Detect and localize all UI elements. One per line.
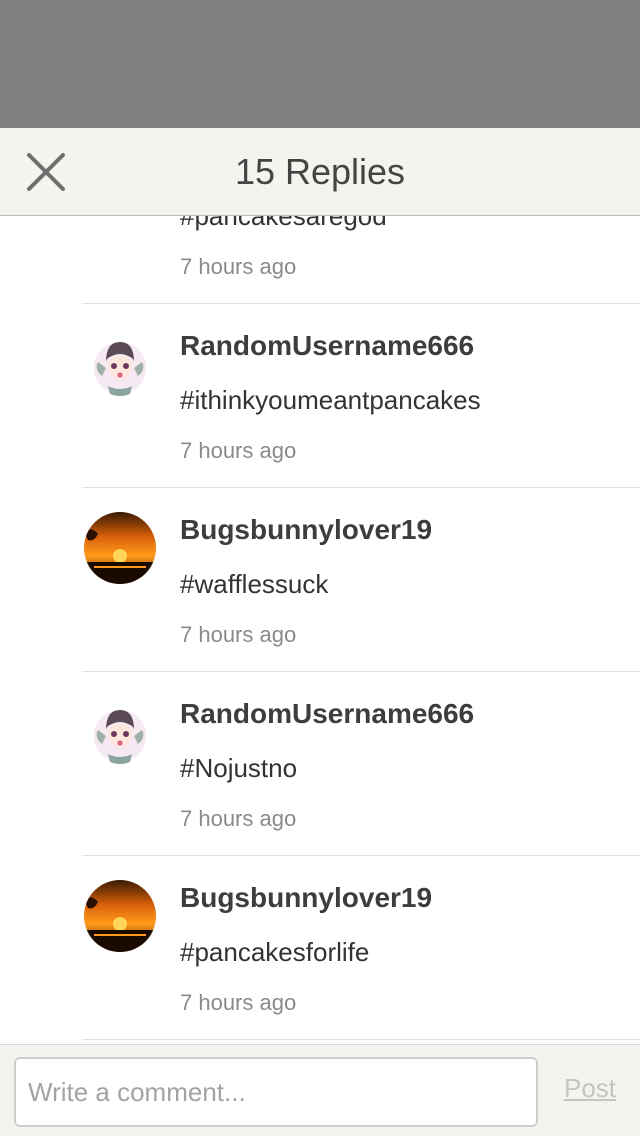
post-button[interactable]: Post [560,1073,620,1104]
reply-timestamp: 7 hours ago [180,990,297,1015]
reply-message: #Nojustno [180,753,298,783]
reply-timestamp: 7 hours ago [180,622,297,647]
dimmed-background-overlay[interactable] [0,0,640,128]
reply-message: #wafflessuck [180,569,329,599]
replies-list[interactable]: #pancakesaregod 7 hours ago RandomUserna… [0,216,640,1044]
reply-item: #pancakesaregod 7 hours ago [83,216,640,304]
comment-input[interactable] [14,1057,538,1127]
user-avatar[interactable] [84,512,156,584]
reply-timestamp: 7 hours ago [180,438,297,463]
reply-message: #ithinkyoumeantpancakes [180,385,481,415]
user-avatar[interactable] [84,328,156,400]
reply-username[interactable]: Bugsbunnylover19 [180,514,432,546]
anime-girl-avatar-icon [84,328,156,400]
reply-item: Bugsbunnylover19 #pancakesforlife 7 hour… [83,856,640,1040]
reply-timestamp: 7 hours ago [180,254,297,279]
reply-item: RandomUsername666 #ithinkyoumeantpancake… [83,304,640,488]
close-icon [27,153,65,191]
reply-item: RandomUsername666 #Nojustno 7 hours ago [83,672,640,856]
sunset-avatar-icon [84,512,156,584]
reply-item: Bugsbunnylover19 #wafflessuck 7 hours ag… [83,488,640,672]
reply-timestamp: 7 hours ago [180,806,297,831]
replies-header: 15 Replies [0,128,640,216]
user-avatar[interactable] [84,880,156,952]
reply-message: #pancakesaregod [180,216,387,231]
reply-username[interactable]: RandomUsername666 [180,330,474,362]
sunset-avatar-icon [84,880,156,952]
page-title: 15 Replies [234,151,406,192]
user-avatar[interactable] [84,696,156,768]
close-button[interactable] [24,150,68,194]
comment-composer: Post [0,1044,640,1136]
replies-sheet: 15 Replies #pancakesaregod 7 hours ago R… [0,128,640,1136]
reply-username[interactable]: Bugsbunnylover19 [180,882,432,914]
anime-girl-avatar-icon [84,696,156,768]
reply-message: #pancakesforlife [180,937,370,967]
reply-username[interactable]: RandomUsername666 [180,698,474,730]
